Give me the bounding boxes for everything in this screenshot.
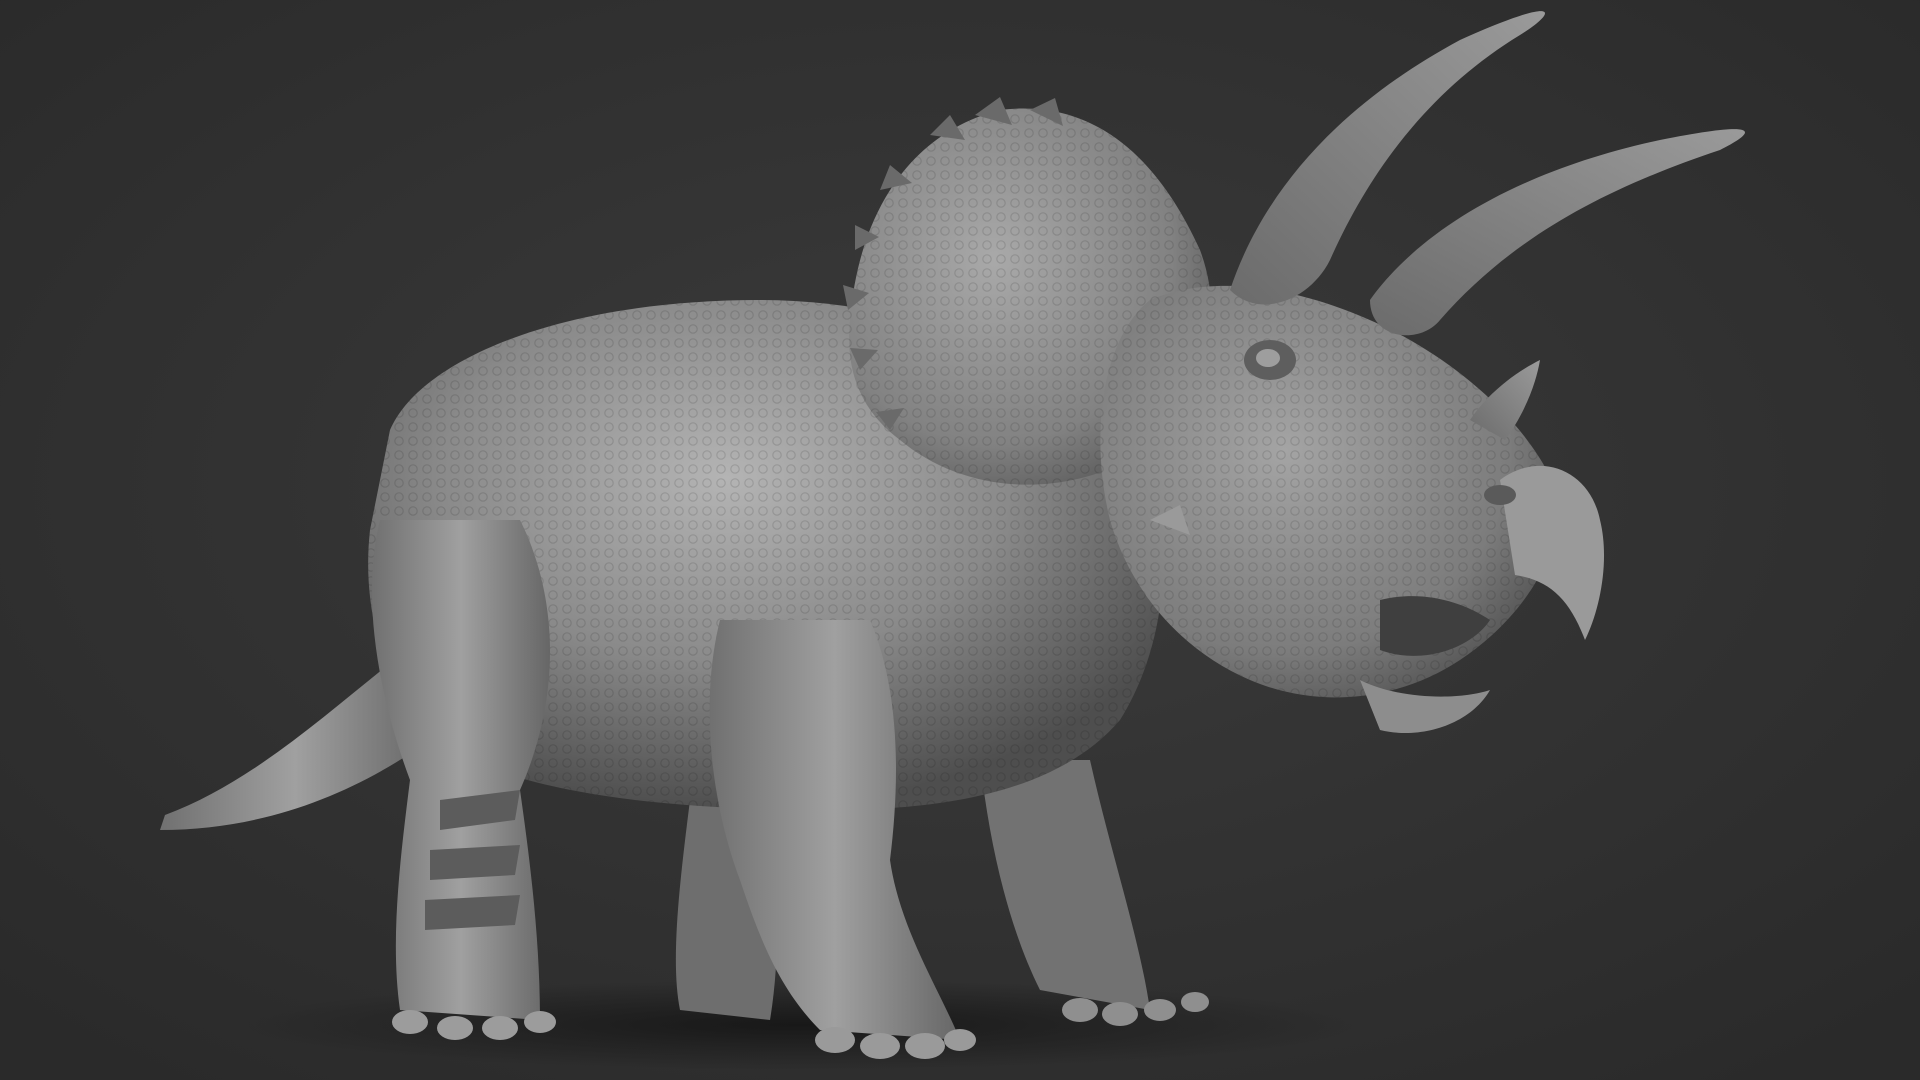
eye-highlight	[1256, 349, 1280, 367]
render-viewport	[0, 0, 1920, 1080]
triceratops-render	[0, 0, 1920, 1080]
nostril	[1484, 485, 1516, 505]
